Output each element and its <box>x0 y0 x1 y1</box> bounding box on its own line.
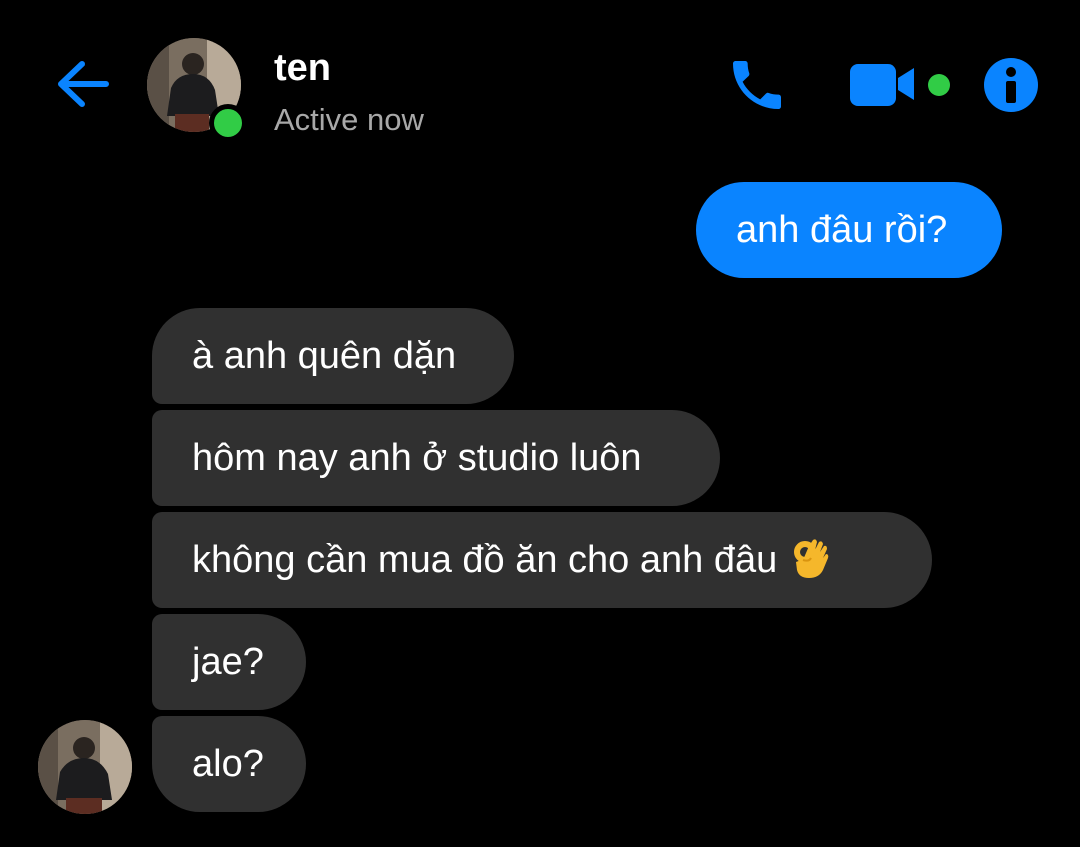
back-button[interactable] <box>50 52 114 116</box>
phone-icon <box>733 61 781 109</box>
message-bubble-incoming[interactable]: hôm nay anh ở studio luôn <box>152 410 720 506</box>
message-text: không cần mua đồ ăn cho anh đâu <box>192 539 778 581</box>
contact-avatar[interactable] <box>147 38 247 142</box>
message-bubble-incoming[interactable]: alo? <box>152 716 306 812</box>
contact-status: Active now <box>274 102 424 137</box>
chat-header: ten Active now <box>0 0 1080 170</box>
ok-hand-emoji-icon <box>794 539 829 578</box>
info-button[interactable] <box>982 56 1040 114</box>
info-icon <box>984 58 1038 112</box>
video-camera-icon <box>850 64 914 106</box>
call-button[interactable] <box>722 52 792 118</box>
video-call-button[interactable] <box>846 58 920 110</box>
message-bubble-incoming[interactable]: jae? <box>152 614 306 710</box>
arrow-left-icon <box>58 61 109 107</box>
message-bubble-incoming[interactable]: không cần mua đồ ăn cho anh đâu <box>152 512 932 608</box>
message-bubble-outgoing[interactable]: anh đâu rồi? <box>696 182 1002 278</box>
sender-avatar[interactable] <box>38 720 132 814</box>
message-bubble-incoming[interactable]: à anh quên dặn <box>152 308 514 404</box>
video-active-dot <box>928 74 950 96</box>
contact-name[interactable]: ten <box>274 44 331 92</box>
online-indicator <box>209 104 247 142</box>
